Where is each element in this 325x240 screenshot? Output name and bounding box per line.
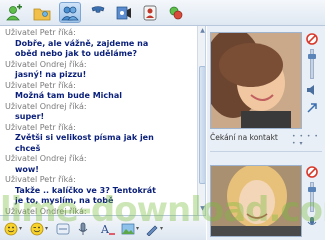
message-line: chceš	[15, 143, 41, 153]
add-contact-icon	[6, 3, 22, 20]
toolbar	[0, 0, 325, 26]
stop-video-button[interactable]	[305, 32, 319, 46]
media-button[interactable]	[113, 2, 135, 23]
sender-line: Uživatel Petr říká:	[5, 122, 76, 132]
wink-icon	[30, 222, 44, 235]
nudge-icon	[56, 223, 70, 234]
message-line: wow!	[15, 164, 39, 174]
formatting-toolbar: ▾ ▾ A ▾ ▾	[0, 215, 206, 240]
share-folder-icon	[33, 8, 51, 20]
scroll-down-icon[interactable]: ▼	[198, 204, 205, 213]
contact-video-image	[211, 33, 301, 128]
chevron-down-icon[interactable]: ▾	[45, 225, 48, 232]
conversation-history: Uživatel Petr říká: Dobře, ale vážně, zaj…	[0, 26, 206, 215]
smiley-icon	[4, 222, 18, 235]
sender-line: Uživatel Petr říká:	[5, 175, 76, 184]
webcam-call-icon	[61, 6, 79, 20]
background-button[interactable]: ▾	[121, 221, 139, 236]
emoticon-button[interactable]: ▾	[4, 221, 22, 236]
video-panel: Čekání na kontakt • • • • • ▾	[207, 26, 325, 240]
chevron-down-icon[interactable]: ▾	[136, 225, 139, 232]
scroll-thumb[interactable]	[199, 66, 205, 184]
mic-slider[interactable]	[308, 182, 316, 212]
games-button[interactable]	[165, 2, 187, 23]
nudge-button[interactable]	[56, 221, 70, 236]
volume-slider[interactable]	[308, 49, 316, 79]
microphone-icon	[78, 222, 88, 235]
mic-slider-thumb[interactable]	[308, 187, 316, 192]
contact-video	[210, 32, 302, 129]
self-video-image	[211, 166, 301, 236]
voice-clip-button[interactable]	[76, 221, 90, 236]
stop-self-video-button[interactable]	[305, 165, 319, 179]
font-icon: A	[100, 223, 115, 236]
expand-button[interactable]	[306, 102, 319, 114]
arrow-expand-icon	[307, 103, 317, 113]
sender-line: Uživatel Ondrej říká:	[5, 101, 87, 111]
webcam-call-button[interactable]	[59, 2, 81, 23]
block-icon	[306, 33, 318, 45]
block-contact-icon	[143, 5, 157, 20]
message-line: Možná tam bude Michal	[15, 91, 122, 100]
games-icon	[169, 6, 183, 19]
add-contact-button[interactable]	[3, 2, 25, 23]
microphone-icon	[307, 217, 317, 225]
scroll-up-icon[interactable]: ▲	[198, 26, 205, 35]
font-button[interactable]: A	[100, 221, 116, 236]
chevron-down-icon[interactable]: ▾	[19, 225, 22, 232]
wink-button[interactable]: ▾	[30, 221, 48, 236]
message-line: Dobře, ale vážně, zajdeme na	[15, 38, 149, 48]
phone-call-icon	[91, 5, 105, 13]
message-line: oběd nebo jak to uděláme?	[15, 49, 138, 58]
media-icon	[116, 6, 131, 19]
sender-line: Uživatel Ondrej říká:	[5, 154, 87, 163]
sender-line: Uživatel Ondrej říká:	[5, 206, 87, 216]
speaker-button[interactable]	[306, 84, 319, 96]
volume-slider-thumb[interactable]	[308, 54, 316, 59]
share-files-button[interactable]	[31, 2, 53, 23]
sender-line: Uživatel Ondrej říká:	[5, 59, 87, 69]
chevron-down-icon[interactable]: ▾	[160, 225, 163, 232]
background-icon	[121, 223, 135, 234]
self-video	[210, 165, 302, 237]
pen-icon	[146, 225, 158, 236]
chat-scrollbar[interactable]: ▲ ▼	[197, 26, 205, 215]
message-line: Takže .. kalíčko ve 3? Tentokrát	[15, 185, 156, 195]
sender-line: Uživatel Petr říká:	[5, 80, 76, 90]
phone-call-button[interactable]	[87, 2, 109, 23]
divider	[210, 151, 322, 152]
message-line: jasný! na pizzu!	[15, 70, 87, 79]
block-contact-button[interactable]	[139, 2, 161, 23]
progress-dots: • • • • • ▾	[292, 133, 319, 147]
handwriting-button[interactable]: ▾	[145, 221, 163, 236]
block-icon	[306, 166, 318, 178]
microphone-button[interactable]	[306, 217, 319, 229]
speaker-icon	[307, 85, 314, 95]
message-line: Zvětši si velikost písma jak jen	[15, 133, 154, 142]
sender-line: Uživatel Petr říká:	[5, 28, 76, 37]
message-line: super!	[15, 112, 45, 121]
message-line: je to, myslím, na tobě	[15, 196, 114, 205]
svg-text:A: A	[100, 223, 110, 236]
